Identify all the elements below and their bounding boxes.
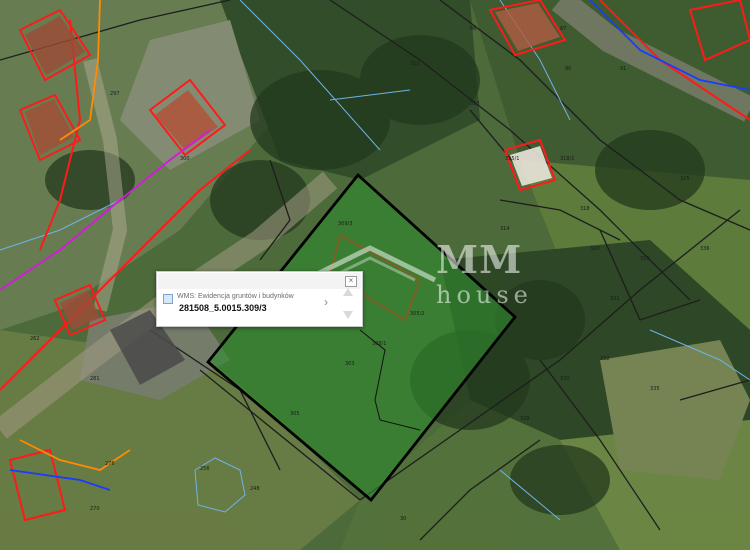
- close-icon[interactable]: ×: [345, 276, 357, 287]
- svg-text:90: 90: [565, 66, 571, 72]
- svg-text:332: 332: [600, 356, 610, 362]
- svg-text:297: 297: [110, 91, 120, 97]
- aerial-map[interactable]: 309/3 305 308/1 311 297 300 313 318/1 30…: [0, 0, 750, 550]
- svg-text:91: 91: [620, 66, 626, 72]
- svg-text:303: 303: [345, 361, 355, 367]
- arrow-up-icon[interactable]: [343, 288, 353, 296]
- popup-result-item[interactable]: WMS: Ewidencja gruntów i budynków 281508…: [163, 291, 338, 321]
- svg-text:325: 325: [680, 176, 690, 182]
- svg-text:321: 321: [610, 296, 620, 302]
- svg-text:305/2: 305/2: [410, 311, 424, 317]
- svg-text:315/1: 315/1: [505, 156, 519, 162]
- svg-text:300: 300: [180, 156, 190, 162]
- svg-text:314: 314: [500, 226, 510, 232]
- svg-text:256: 256: [200, 466, 210, 472]
- popup-header: [158, 273, 361, 289]
- svg-text:320: 320: [590, 246, 600, 252]
- svg-text:86: 86: [470, 26, 476, 32]
- svg-text:308/1: 308/1: [372, 341, 386, 347]
- svg-text:335: 335: [650, 386, 660, 392]
- layer-icon: [163, 294, 173, 304]
- arrow-down-icon[interactable]: [343, 311, 353, 319]
- svg-text:248: 248: [250, 486, 260, 492]
- svg-text:318: 318: [580, 206, 590, 212]
- svg-text:87: 87: [560, 26, 566, 32]
- svg-text:329: 329: [520, 416, 530, 422]
- svg-text:313: 313: [470, 101, 480, 107]
- svg-text:318/1: 318/1: [560, 156, 574, 162]
- identify-popup: × WMS: Ewidencja gruntów i budynków 2815…: [156, 271, 363, 327]
- layer-name: WMS: Ewidencja gruntów i budynków: [177, 293, 294, 300]
- svg-text:336: 336: [700, 246, 710, 252]
- svg-text:311: 311: [410, 61, 420, 67]
- svg-text:281: 281: [90, 376, 100, 382]
- svg-text:30: 30: [400, 516, 406, 522]
- svg-text:305: 305: [290, 411, 300, 417]
- svg-text:330: 330: [560, 376, 570, 382]
- chevron-right-icon[interactable]: ›: [324, 296, 328, 308]
- parcel-id: 281508_5.0015.309/3: [179, 303, 267, 313]
- svg-text:262: 262: [30, 336, 40, 342]
- svg-text:270: 270: [90, 506, 100, 512]
- svg-text:319: 319: [640, 256, 650, 262]
- svg-text:276: 276: [105, 461, 115, 467]
- svg-text:309/3: 309/3: [338, 221, 352, 227]
